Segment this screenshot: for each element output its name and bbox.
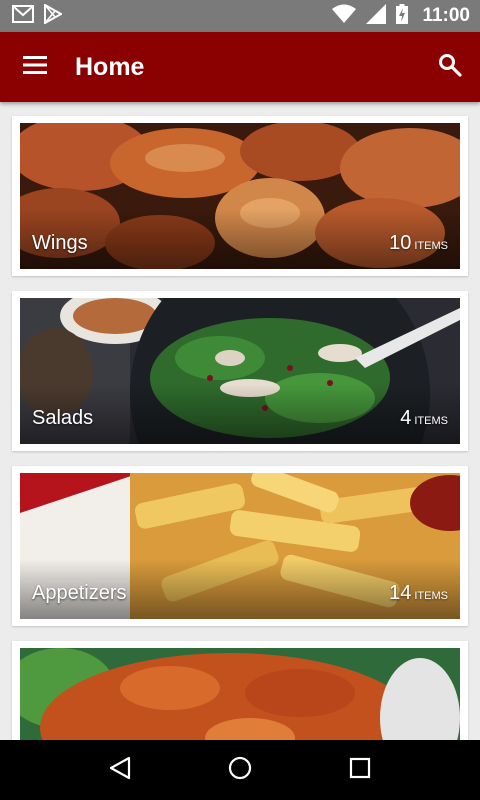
- category-card-appetizers[interactable]: Appetizers 14 ITEMS: [12, 466, 468, 626]
- hamburger-menu-icon: [23, 55, 47, 79]
- item-count: 14: [389, 582, 412, 604]
- search-icon: [438, 53, 462, 82]
- status-time: 11:00: [422, 5, 470, 26]
- category-image-appetizers: Appetizers 14 ITEMS: [20, 473, 460, 619]
- home-icon: [228, 756, 252, 785]
- back-button[interactable]: [90, 740, 150, 800]
- back-icon: [109, 756, 131, 785]
- search-button[interactable]: [420, 32, 480, 102]
- page-title: Home: [75, 52, 145, 81]
- category-image-4: [20, 648, 460, 740]
- category-image-wings: Wings 10 ITEMS: [20, 123, 460, 269]
- item-count: 10: [389, 232, 412, 254]
- recents-button[interactable]: [330, 740, 390, 800]
- item-count: 4: [400, 407, 412, 429]
- battery-charging-icon: [396, 3, 409, 29]
- gmail-icon: [12, 4, 34, 28]
- category-list: Wings 10 ITEMS Salads 4 ITEMS Appetizers…: [0, 102, 480, 740]
- recents-icon: [349, 757, 371, 784]
- category-image-salads: Salads 4 ITEMS: [20, 298, 460, 444]
- category-name: Appetizers: [32, 582, 127, 604]
- category-card-wings[interactable]: Wings 10 ITEMS: [12, 116, 468, 276]
- category-card-4[interactable]: [12, 641, 468, 740]
- navigation-bar: [0, 740, 480, 800]
- app-bar: Home: [0, 32, 480, 102]
- category-count: 10 ITEMS: [389, 232, 448, 255]
- item-count-unit: ITEMS: [414, 590, 448, 602]
- wifi-icon: [332, 4, 357, 29]
- category-count: 4 ITEMS: [400, 407, 448, 430]
- category-name: Salads: [32, 407, 94, 429]
- item-count-unit: ITEMS: [414, 415, 448, 427]
- category-card-salads[interactable]: Salads 4 ITEMS: [12, 291, 468, 451]
- category-count: 14 ITEMS: [389, 582, 448, 605]
- item-count-unit: ITEMS: [414, 240, 448, 252]
- signal-icon: [366, 3, 387, 29]
- menu-button[interactable]: [0, 32, 70, 102]
- category-name: Wings: [32, 232, 88, 254]
- play-store-icon: [44, 2, 64, 29]
- home-button[interactable]: [210, 740, 270, 800]
- status-bar: 11:00: [0, 0, 480, 32]
